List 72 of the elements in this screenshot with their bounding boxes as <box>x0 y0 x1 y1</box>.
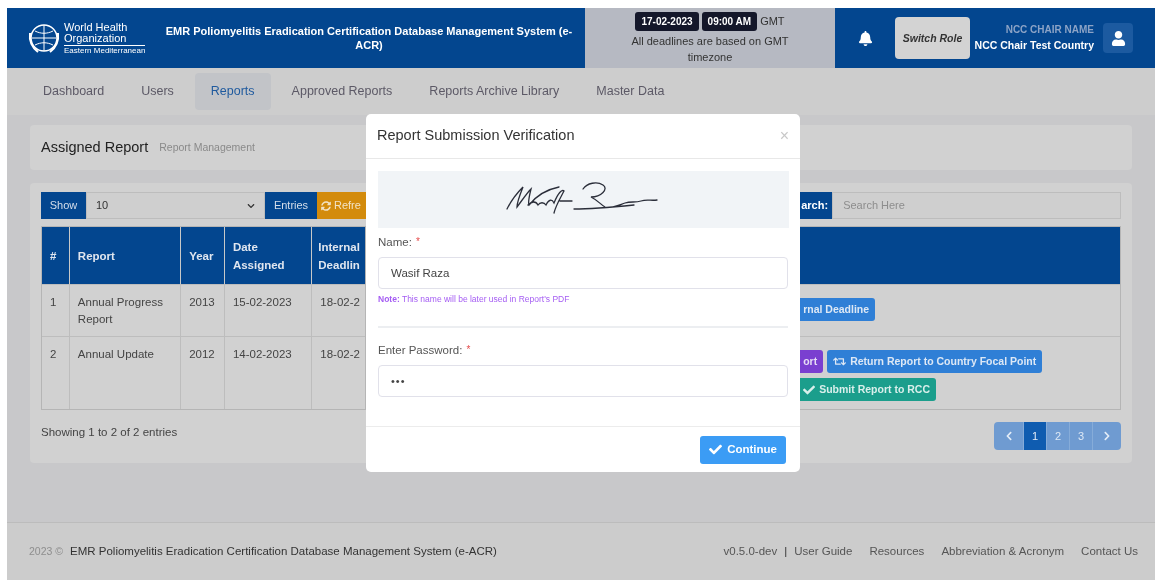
field-label: Name: <box>378 235 412 250</box>
date-badge: 17-02-2023 <box>635 11 699 31</box>
chevron-right-icon <box>1102 431 1112 441</box>
entries-label: Entries <box>265 192 317 219</box>
extend-report-button[interactable]: rnal Deadline <box>797 298 876 321</box>
user-avatar[interactable] <box>1103 23 1133 53</box>
check-icon <box>709 443 723 456</box>
time-badge: 09:00 AM <box>701 11 758 31</box>
system-title: EMR Poliomyelitis Eradication Certification Database Management System (e-ACR) <box>164 24 574 52</box>
table-cell: Annual Progress Report <box>69 285 182 336</box>
switch-role-button[interactable]: Switch Role <box>895 17 970 59</box>
page-button[interactable]: 2 <box>1046 422 1069 450</box>
field-label: Enter Password: <box>378 343 463 358</box>
column-header: Date Assigned <box>224 227 313 284</box>
page-size-select[interactable]: 10 <box>86 192 265 219</box>
table-cell: 2013 <box>181 285 225 336</box>
show-label: Show <box>41 192 86 219</box>
logo-text: Organization <box>64 32 128 44</box>
table-cell: 2 <box>42 337 70 409</box>
chevron-down-icon <box>247 201 255 210</box>
table-cell: 14-02-2023 <box>224 337 313 409</box>
nav-tab[interactable]: Reports Archive Library <box>413 73 576 110</box>
user-name: NCC Chair Test Country <box>974 38 1094 53</box>
password-field[interactable]: ••• <box>378 365 788 398</box>
refresh-icon <box>321 200 331 211</box>
table-cell: Annual Update <box>69 337 182 409</box>
footer-separator: | <box>784 543 788 559</box>
table-cell: 15-02-2023 <box>224 285 313 336</box>
field-note: Note: This name will be later used in Report's PDF <box>378 293 571 306</box>
entries-summary: Showing 1 to 2 of 2 entries <box>41 425 178 440</box>
required-mark: * <box>415 235 420 249</box>
page-button[interactable]: 1 <box>1023 422 1046 450</box>
user-icon <box>1110 30 1126 46</box>
emblem-icon <box>27 21 61 55</box>
table-cell-text: 18-02-2 <box>319 347 361 362</box>
name-field[interactable]: Wasif Raza <box>378 257 788 290</box>
page-title: Assigned Report <box>41 137 149 157</box>
return-report-button[interactable]: Return Report to Country Focal Point <box>827 350 1043 373</box>
page-button[interactable]: 3 <box>1069 422 1092 450</box>
user-caption: NCC CHAIR NAME <box>1005 23 1094 36</box>
nav-tab[interactable]: Reports <box>194 73 271 110</box>
column-header: Report <box>69 227 182 284</box>
notification-bell-icon[interactable] <box>858 30 873 46</box>
deadline-note: All deadlines are based on GMT timezone <box>630 33 790 65</box>
table-cell: 2012 <box>181 337 225 409</box>
repeat-icon <box>833 355 847 368</box>
table-cell: 1 <box>42 285 70 336</box>
footer-link[interactable]: Contact Us <box>1081 542 1138 561</box>
column-header: Internal Deadlin <box>317 239 361 273</box>
column-header: # <box>42 227 70 284</box>
continue-button[interactable]: Continue <box>700 435 786 464</box>
table-cell-text: 18-02-2 <box>319 295 361 310</box>
dialog-title: Report Submission Verification <box>377 126 575 146</box>
logo-region: Eastern Mediterranean <box>64 44 146 55</box>
required-mark: * <box>466 343 471 357</box>
nav-tab[interactable]: Dashboard <box>27 73 121 110</box>
submit-report-button[interactable]: Submit Report to RCC <box>797 378 936 401</box>
footer-link[interactable]: User Guide <box>794 542 853 561</box>
column-header: Year <box>181 227 225 284</box>
nav-tab[interactable]: Master Data <box>580 73 681 110</box>
version-text: v0.5.0-dev <box>723 543 778 559</box>
footer-system-name: EMR Poliomyelitis Eradication Certification Database Management System (e-ACR) <box>70 543 497 559</box>
page-subtitle: Report Management <box>159 139 255 155</box>
footer-link[interactable]: Abbreviation & Acronym <box>941 542 1065 561</box>
nav-tab[interactable]: Approved Reports <box>275 73 409 110</box>
logo-text: World Health <box>64 21 129 33</box>
footer-link[interactable]: Resources <box>869 542 925 561</box>
nav-tab[interactable]: Users <box>125 73 190 110</box>
search-field[interactable]: Search Here <box>832 192 1121 219</box>
check-icon <box>803 383 816 396</box>
timezone-text: GMT <box>760 13 785 29</box>
copyright-text: 2023 © <box>29 543 63 559</box>
